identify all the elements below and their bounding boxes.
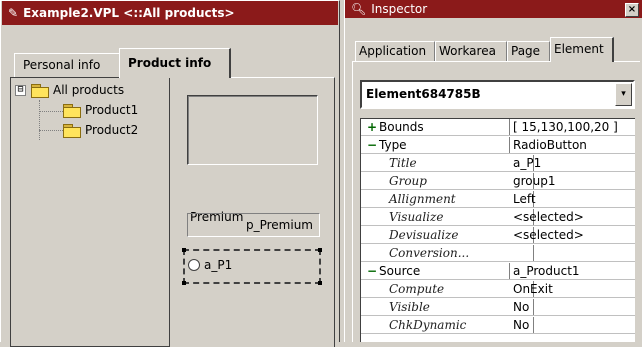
resize-handle[interactable] — [182, 281, 186, 285]
resize-handle[interactable] — [182, 248, 186, 252]
radio-button-a-p1[interactable]: a_P1 — [188, 258, 232, 272]
property-value[interactable]: RadioButton — [507, 137, 635, 153]
tab-personal-info[interactable]: Personal info — [14, 53, 120, 77]
premium-field[interactable]: p_Premium — [187, 213, 320, 237]
property-name-label: Visible — [389, 300, 430, 314]
tab-application[interactable]: Application — [355, 41, 435, 61]
property-row[interactable]: Allignment Left — [361, 191, 635, 208]
designer-title: Example2.VPL <::All products> — [23, 6, 235, 20]
radio-circle-icon[interactable] — [188, 259, 200, 271]
tab-element[interactable]: Element — [550, 37, 614, 62]
property-grid[interactable]: + Bounds[ 15,130,100,20 ] − Type RadioButton… — [360, 118, 635, 342]
inspector-title: Inspector — [371, 2, 428, 16]
property-row[interactable]: Group group1 — [361, 173, 635, 190]
property-name: − Source — [361, 263, 510, 279]
property-name-label: Conversion... — [389, 246, 470, 260]
property-value[interactable]: a_Product1 — [507, 263, 635, 279]
resize-handle[interactable] — [318, 248, 322, 252]
property-row[interactable]: Visualize <selected> — [361, 209, 635, 226]
property-row[interactable]: ChkDynamic No — [361, 317, 635, 334]
folder-icon — [63, 103, 81, 118]
property-name-label: ChkDynamic — [389, 318, 467, 332]
property-value[interactable]: <selected> — [507, 209, 635, 225]
product-tree[interactable]: ⊟ All products Product1 Product2 — [10, 77, 170, 347]
tree-item-label: Product1 — [85, 103, 139, 117]
tab-label: Page — [511, 44, 541, 58]
property-name-label: Type — [379, 138, 407, 152]
tab-page[interactable]: Page — [507, 41, 550, 61]
tree-line — [39, 100, 40, 140]
tab-label: Element — [554, 42, 604, 56]
resize-handle[interactable] — [318, 281, 322, 285]
property-row[interactable]: − Type RadioButton — [361, 137, 635, 154]
property-name: + Bounds — [361, 119, 510, 135]
chevron-down-icon[interactable]: ▾ — [615, 83, 632, 106]
folder-open-icon — [31, 83, 49, 98]
tree-item-label: Product2 — [85, 123, 139, 137]
tree-item-product1[interactable]: Product1 — [63, 100, 138, 120]
tree-item-label: All products — [53, 83, 125, 97]
tab-label: Workarea — [439, 44, 496, 58]
property-name-label: Compute — [389, 282, 445, 296]
property-row[interactable]: Title a_P1 — [361, 155, 635, 172]
close-icon[interactable]: × — [625, 3, 639, 17]
property-name-label: Bounds — [379, 120, 424, 134]
property-name-label: Visualize — [389, 210, 444, 224]
tab-label: Application — [359, 44, 427, 58]
collapse-icon[interactable]: − — [365, 137, 379, 153]
property-row[interactable]: − Source a_Product1 — [361, 263, 635, 280]
property-value[interactable]: group1 — [507, 173, 635, 189]
property-row[interactable]: Visible No — [361, 299, 635, 316]
property-value[interactable]: OnExit — [507, 281, 635, 297]
expand-icon[interactable]: + — [365, 119, 379, 135]
element-select[interactable]: Element684785B ▾ — [360, 80, 635, 109]
property-value[interactable]: <selected> — [507, 227, 635, 243]
tree-item-all-products[interactable]: ⊟ All products — [15, 80, 124, 100]
property-name-label: Group — [389, 174, 427, 188]
property-name-label: Devisualize — [389, 228, 459, 242]
property-row[interactable]: Devisualize <selected> — [361, 227, 635, 244]
property-value[interactable]: [ 15,130,100,20 ] — [507, 119, 635, 135]
property-value[interactable]: a_P1 — [507, 155, 635, 171]
folder-icon — [63, 123, 81, 138]
property-row[interactable]: + Bounds[ 15,130,100,20 ] — [361, 119, 635, 136]
designer-title-bar[interactable]: ✎ Example2.VPL <::All products> — [2, 1, 338, 25]
image-placeholder[interactable] — [187, 95, 318, 165]
tab-workarea[interactable]: Workarea — [435, 41, 507, 61]
element-select-value: Element684785B — [366, 87, 481, 101]
radio-label: a_P1 — [204, 258, 233, 272]
magnifier-icon: 🔍︎ — [351, 2, 367, 16]
collapse-icon[interactable]: ⊟ — [15, 84, 26, 96]
property-row[interactable]: Conversion... — [361, 245, 635, 262]
inspector-title-bar[interactable]: 🔍︎ Inspector × — [345, 0, 642, 18]
property-name-label: Source — [379, 264, 421, 278]
property-name-label: Allignment — [389, 192, 456, 206]
property-value[interactable]: Left — [507, 191, 635, 207]
tab-label: Personal info — [23, 58, 101, 72]
property-value[interactable] — [507, 245, 635, 261]
tab-product-info[interactable]: Product info — [119, 48, 231, 78]
tree-item-product2[interactable]: Product2 — [63, 120, 138, 140]
pencil-icon: ✎ — [8, 6, 19, 20]
property-row[interactable]: Compute OnExit — [361, 281, 635, 298]
tree-line — [39, 130, 63, 131]
property-value[interactable]: No — [507, 299, 635, 315]
property-name-label: Title — [389, 156, 417, 170]
tree-line — [39, 111, 63, 112]
tab-label: Product info — [128, 56, 212, 70]
property-name: − Type — [361, 137, 510, 153]
property-value[interactable]: No — [507, 317, 635, 333]
collapse-icon[interactable]: − — [365, 263, 379, 279]
